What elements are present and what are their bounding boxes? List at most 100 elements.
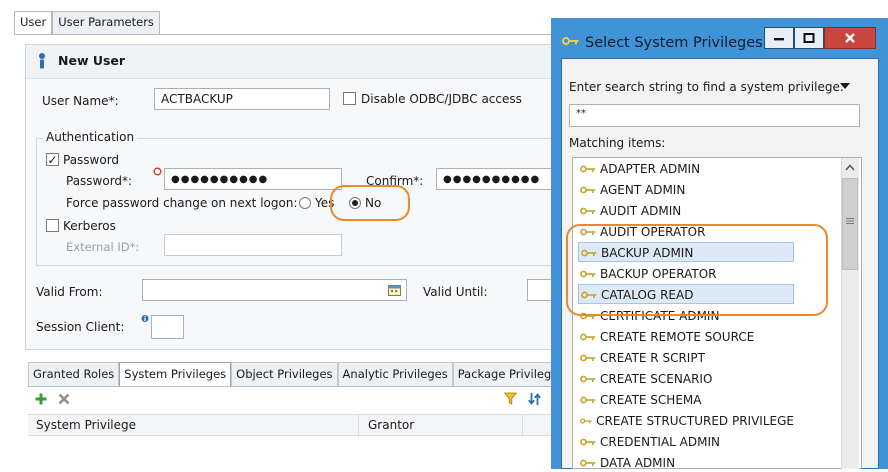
external-id-label: External ID*: — [66, 240, 140, 254]
key-icon — [562, 37, 579, 45]
user-name-input[interactable]: ACTBACKUP — [154, 88, 330, 110]
highlight-ring — [330, 185, 410, 221]
list-item-label: DATA ADMIN — [600, 456, 676, 470]
error-icon — [153, 167, 162, 176]
list-item-label: CREATE R SCRIPT — [600, 351, 705, 365]
kerberos-label: Kerberos — [63, 219, 116, 233]
list-item[interactable]: ADAPTER ADMIN — [578, 158, 794, 178]
list-item[interactable]: CREATE SCHEMA — [578, 389, 794, 409]
filter-icon[interactable] — [504, 392, 517, 405]
remove-icon[interactable] — [58, 393, 70, 405]
authentication-legend: Authentication — [43, 130, 138, 144]
key-icon — [580, 333, 596, 341]
search-prompt: Enter search string to find a system pri… — [569, 80, 844, 94]
key-icon — [580, 165, 596, 173]
password-check-label: Password — [63, 153, 120, 167]
grip-icon — [846, 218, 854, 224]
list-item-label: CREATE STRUCTURED PRIVILEGE — [596, 414, 794, 428]
tab-label: Granted Roles — [33, 367, 115, 381]
key-icon — [580, 186, 596, 194]
list-item[interactable]: AUDIT ADMIN — [578, 200, 794, 220]
add-icon[interactable] — [35, 393, 47, 405]
list-item[interactable]: CREDENTIAL ADMIN — [578, 431, 794, 451]
force-change-yes-radio[interactable] — [299, 197, 311, 209]
privilege-tabs: Granted Roles System Privileges Object P… — [28, 362, 557, 387]
kerberos-checkbox[interactable] — [46, 219, 59, 232]
chevron-down-icon[interactable] — [840, 83, 850, 90]
list-item-label: ADAPTER ADMIN — [600, 162, 701, 176]
list-item-label: CREATE REMOTE SOURCE — [600, 330, 755, 344]
sort-icon[interactable] — [528, 392, 541, 406]
minimize-icon — [774, 38, 784, 41]
key-icon — [580, 418, 592, 424]
tab-system-privileges[interactable]: System Privileges — [119, 362, 232, 387]
list-item-label: AUDIT ADMIN — [600, 204, 682, 218]
tab-user-label: User — [20, 15, 47, 29]
list-item-label: AGENT ADMIN — [600, 183, 686, 197]
privilege-grid-header: System Privilege Grantor — [28, 414, 555, 437]
tab-user-parameters-label: User Parameters — [58, 15, 154, 29]
minimize-button[interactable] — [764, 27, 794, 49]
tab-label: Object Privileges — [236, 367, 333, 381]
key-icon — [580, 396, 596, 404]
tab-divider — [14, 34, 554, 35]
column-separator — [522, 415, 523, 437]
key-icon — [580, 438, 596, 446]
valid-until-label: Valid Until: — [423, 285, 488, 299]
user-icon — [39, 53, 45, 69]
list-item-label: CREDENTIAL ADMIN — [600, 435, 720, 449]
dialog-title: Select System Privileges — [585, 35, 763, 51]
maximize-button[interactable] — [794, 27, 824, 49]
maximize-icon — [803, 33, 815, 43]
key-icon — [580, 354, 596, 362]
list-item[interactable]: CREATE STRUCTURED PRIVILEGE — [578, 410, 794, 430]
tab-label: System Privileges — [124, 367, 227, 381]
list-item[interactable]: CREATE R SCRIPT — [578, 347, 794, 367]
force-change-label: Force password change on next logon: — [66, 196, 298, 210]
password-input[interactable]: ●●●●●●●●●● — [164, 168, 342, 190]
tab-object-privileges[interactable]: Object Privileges — [231, 362, 338, 387]
column-separator — [358, 415, 359, 437]
check-icon: ✓ — [47, 153, 58, 167]
tab-label: Analytic Privileges — [342, 367, 448, 381]
tab-package-privileges[interactable]: Package Privileg — [452, 362, 557, 387]
info-icon — [141, 315, 149, 322]
list-item[interactable]: DATA ADMIN — [578, 452, 794, 472]
disable-odbc-checkbox[interactable] — [343, 92, 356, 105]
column-system-privilege[interactable]: System Privilege — [30, 415, 142, 437]
close-icon — [845, 33, 855, 43]
list-item[interactable]: CREATE REMOTE SOURCE — [578, 326, 794, 346]
key-icon — [580, 207, 596, 215]
list-item[interactable]: CREATE SCENARIO — [578, 368, 794, 388]
confirm-input[interactable]: ●●●●●●●●●● — [436, 168, 554, 190]
key-icon — [580, 459, 596, 467]
password-checkbox[interactable]: ✓ — [46, 153, 59, 166]
session-client-input[interactable] — [151, 315, 184, 339]
close-button[interactable] — [824, 27, 876, 49]
tab-analytic-privileges[interactable]: Analytic Privileges — [337, 362, 453, 387]
page-title: New User — [58, 53, 126, 68]
column-grantor[interactable]: Grantor — [362, 415, 420, 437]
valid-from-label: Valid From: — [36, 285, 103, 299]
highlight-ring — [566, 224, 828, 316]
matching-items-label: Matching items: — [569, 136, 666, 150]
scroll-up-icon[interactable] — [845, 164, 855, 171]
editor-tabs: User User Parameters — [14, 11, 160, 35]
privilege-toolbar — [28, 387, 555, 411]
list-item-label: CREATE SCENARIO — [600, 372, 713, 386]
disable-odbc-label: Disable ODBC/JDBC access — [361, 92, 522, 106]
search-input[interactable]: ** — [569, 104, 860, 127]
valid-from-input[interactable] — [142, 279, 407, 301]
external-id-input[interactable] — [164, 234, 342, 256]
tab-label: Package Privileg — [457, 367, 552, 381]
tab-user[interactable]: User — [14, 11, 53, 35]
user-name-label: User Name*: — [42, 94, 119, 108]
calendar-icon[interactable] — [388, 284, 401, 296]
list-item[interactable]: AGENT ADMIN — [578, 179, 794, 199]
key-icon — [580, 375, 596, 383]
tab-granted-roles[interactable]: Granted Roles — [28, 362, 120, 387]
tab-user-parameters[interactable]: User Parameters — [52, 11, 160, 35]
password-label: Password*: — [66, 174, 133, 188]
list-item-label: CREATE SCHEMA — [600, 393, 702, 407]
session-client-label: Session Client: — [36, 320, 125, 334]
